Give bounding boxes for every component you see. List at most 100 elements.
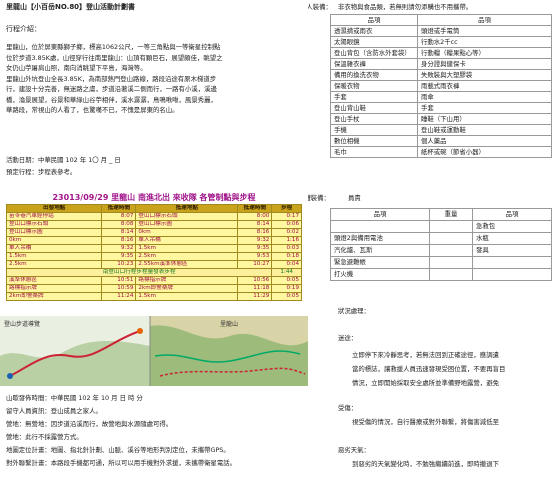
cell: 登山口標示石頭: [6, 220, 103, 229]
plan-right-page: 個人裝備： 非衣物與食品類，若無則請勿添購也不用攜帶。 品項品項 透濕揹或雨衣頭…: [308, 0, 560, 480]
gear-row: 備用的換洗衣物 失敗裝與大塑膠袋: [330, 69, 552, 81]
gear-item: 紙杯或碗（節省小器）: [417, 146, 552, 158]
lost-heading: 迷途：: [338, 334, 358, 342]
gear-item: 保溫雜衣褲: [330, 58, 418, 70]
instruction-line: 情況，立即開始採取安全處所並準備野地露營，避免: [352, 379, 499, 387]
public-header: 品項: [330, 208, 430, 221]
public-weight: [429, 232, 473, 245]
cell: 8:07: [101, 212, 137, 221]
intro-line: 行，建設十分完善，無迷路之虞，步道沿著溪二側而行，一路有小溪，溪邊: [6, 85, 217, 93]
cell: 0:06: [271, 220, 302, 229]
itinerary-row: 登山口標示石頭 8:08 登山口標示圖 8:14 0:06: [6, 220, 302, 229]
gear-item: 毛巾: [330, 146, 418, 158]
itinerary-row: 1.5km 9:35 2.5km 9:53 0:18: [6, 252, 302, 261]
public-weight: [429, 220, 473, 233]
intro-line: 位於步道3.85K處，山徑穿行往南里龍山：山頂有顆巨石，展望頗佳，眺望之: [6, 53, 223, 62]
gear-header: 品項: [330, 14, 418, 26]
cell: 0:03: [271, 244, 302, 253]
cell: 路標指示牌: [6, 284, 103, 293]
cell: 0:17: [271, 212, 302, 221]
itinerary-title: 23013/09/29 里龍山 南進北出 來收隊 各管制點與步程: [52, 193, 256, 202]
public-item: [472, 268, 552, 281]
cell: 0km: [135, 228, 239, 237]
cell: 9:53: [237, 252, 273, 261]
itinerary-row: 0km 8:16 單人吊橋 9:32 1:16: [6, 236, 302, 245]
public-row: 急救包: [330, 220, 552, 233]
personal-gear-table: 品項 品項 透濕揹或雨衣 頭燈或手電筒 太陽眼鏡 行動水2千cc 登山背包（含防水外套…: [330, 14, 552, 158]
gear-item: 登山背包（含防水外套袋）: [330, 47, 418, 59]
gear-item: 手機: [330, 124, 418, 136]
plan-left-page: 里龍山【小百岳NO.80】登山活動計劃書 行程介紹： 里龍山，位於屏東縣獅子鄉，…: [0, 0, 308, 480]
lost-instructions: 立即停下來冷靜思考，若無法回到正確途徑，應調遣 當的標誌，讓救援人員迅速發現受困…: [352, 348, 557, 390]
cell: 10:27: [237, 260, 273, 269]
injury-line: 視受傷的情況，自行醫療或對外聯繫，將傷害減低至: [352, 418, 499, 426]
itinerary-row: 2.5km 10:23 2.55km溪準休憩區 10:27 0:04: [6, 260, 302, 269]
public-item: 急救包: [472, 220, 552, 233]
gear-item: 行動糧（糧果點心等）: [417, 47, 552, 59]
public-item: 水瓶: [472, 232, 552, 245]
summary-label: 南登山口行程步程量發表步程: [6, 268, 273, 277]
intro-paragraph: 里龍山，位於屏東縣獅子鄉，標高1062公尺，一等三角點與一等衛星控制點 位於步道…: [6, 42, 306, 116]
trail-map-image: [0, 316, 308, 386]
weather-heading: 惡劣天氣：: [338, 446, 370, 454]
cell: 2.5km: [6, 260, 103, 269]
gear-item: 登山手杖: [330, 113, 418, 125]
activity-date: 活動日期：中華民國 102 年 1〇 月 _ 日: [6, 156, 121, 164]
gear-header-row: 品項 品項: [330, 14, 552, 26]
gear-row: 登山背包（含防水外套袋） 行動糧（糧果點心等）: [330, 47, 552, 59]
route-maps: 登山步道導覽 里龍山: [0, 316, 308, 386]
gear-row: 保暖衣物 雨載式雨衣褲: [330, 80, 552, 92]
gear-item: 雨載式雨衣褲: [417, 80, 552, 92]
gear-item: 雨傘: [417, 91, 552, 103]
cell: 1.5km: [135, 292, 239, 301]
cell: 0:02: [271, 228, 302, 237]
cell: 苗苓巷汽車經停站: [6, 212, 103, 221]
gear-row: 透濕揹或雨衣 頭燈或手電筒: [330, 25, 552, 37]
gear-item: 失敗裝與大塑膠袋: [417, 69, 552, 81]
gear-item: 保暖衣物: [330, 80, 418, 92]
intro-line: 女仍山苧屠肩山照，南向消眺望下平島，海灣等。: [6, 64, 147, 72]
gear-item: 個人藥品: [417, 135, 552, 147]
public-gear-table: 品項 重量 品項 急救包 頭燈2與備用電池 水瓶 汽化爐、瓦斯 發具 緊急避難帳 打火機: [330, 208, 552, 281]
itinerary-table: 出發地點 抵達時間 抵達地點 抵達時間 步程 苗苓巷汽車經停站 8:07 登山口標示…: [6, 204, 302, 301]
cell: 10:56: [237, 276, 273, 285]
summary-time: 1:44: [271, 268, 302, 277]
itinerary-header-row: 出發地點 抵達時間 抵達地點 抵達時間 步程: [6, 204, 302, 213]
detail-line: 營地：此行不採露營方式。: [6, 433, 83, 441]
detail-line: 地圖定位計畫：地圖、指北針計劃、山脈、溪谷等地形判別定位，未攜帶GPS。: [6, 446, 230, 454]
cell: 單人吊橋: [135, 236, 239, 245]
cell: 登山口標示石頭: [135, 212, 239, 221]
itinerary-table-block: 23013/09/29 里龍山 南進北出 來收隊 各管制點與步程 出發地點 抵達…: [6, 193, 302, 305]
cell: 8:14: [237, 220, 273, 229]
cell: 10:59: [101, 284, 137, 293]
public-row: 頭燈2與備用電池 水瓶: [330, 232, 552, 245]
gear-row: 保溫雜衣褲 身分證與健保卡: [330, 58, 552, 70]
public-item: 打火機: [330, 268, 430, 281]
public-item: 頭燈2與備用電池: [330, 232, 430, 245]
cell: 10:51: [101, 276, 137, 285]
cell: 2km即警桑牌: [6, 292, 103, 301]
cell: 1.5km: [135, 244, 239, 253]
cell: 2.55km溪準休憩區: [135, 260, 239, 269]
public-item: 緊急避難帳: [330, 256, 430, 269]
public-gear-sub: 員責: [348, 194, 361, 202]
cell: 0:05: [271, 276, 302, 285]
cell: 8:14: [101, 228, 137, 237]
gear-item: 行動水2千cc: [417, 36, 552, 48]
cell: 0km: [6, 236, 103, 245]
cell: 0:05: [271, 292, 302, 301]
map-left-label: 登山步道導覽: [4, 321, 41, 328]
weather-line: 到惡劣的天氣變化時，不勉強繼續前進，即時撤退下: [352, 460, 499, 468]
detail-line: 營地：無營地：因步道沿溪而行，故營地與水源隨處可得。: [6, 420, 173, 428]
gear-header: 品項: [417, 14, 552, 26]
public-row: 汽化爐、瓦斯 發具: [330, 244, 552, 257]
gear-row: 太陽眼鏡 行動水2千cc: [330, 36, 552, 48]
gear-row: 數位相機 個人藥品: [330, 135, 552, 147]
cell: 2.5km: [135, 252, 239, 261]
public-header: 品項: [472, 208, 552, 221]
itinerary-row: 苗苓巷汽車經停站 8:07 登山口標示石頭 8:00 0:17: [6, 212, 302, 221]
public-weight: [429, 256, 473, 269]
itinerary-row: 溪準休憩區 10:51 路標指示牌 10:56 0:05: [6, 276, 302, 285]
detail-line: 山歇發佈時間：中華民國 102 年 10 月 日 時 分: [6, 394, 143, 402]
gear-item: 頭燈或手電筒: [417, 25, 552, 37]
